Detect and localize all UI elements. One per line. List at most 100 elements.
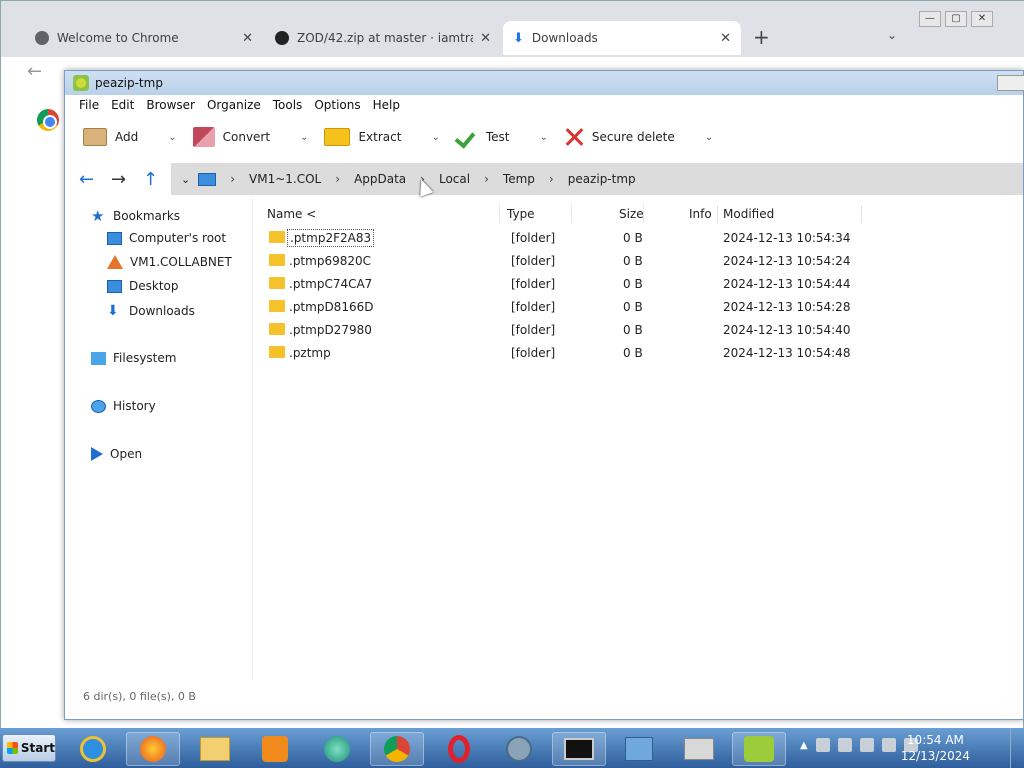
file-type: [folder]: [511, 277, 556, 291]
network-tray-icon[interactable]: [859, 738, 874, 752]
back-arrow-icon[interactable]: ←: [27, 61, 42, 82]
table-row[interactable]: .ptmpD27980 [folder] 0 B 2024-12-13 10:5…: [261, 319, 1023, 341]
breadcrumb-item[interactable]: Local: [439, 172, 470, 186]
window-control-button[interactable]: [997, 75, 1024, 91]
internet-explorer-icon[interactable]: [66, 732, 120, 766]
folder-icon: [269, 231, 285, 243]
tab-welcome[interactable]: Welcome to Chrome ✕: [25, 21, 263, 55]
add-button[interactable]: Add ⌄: [83, 128, 177, 146]
column-separator[interactable]: [571, 205, 572, 223]
show-desktop-button[interactable]: [1010, 728, 1024, 768]
file-list: Name < Type Size Info Modified .ptmp2F2A…: [261, 205, 1023, 665]
table-row[interactable]: .ptmp69820C [folder] 0 B 2024-12-13 10:5…: [261, 250, 1023, 272]
control-panel-icon[interactable]: [612, 732, 666, 766]
menu-tools[interactable]: Tools: [273, 98, 303, 112]
tab-search-button[interactable]: ⌄: [887, 28, 897, 42]
table-row[interactable]: .ptmpC74CA7 [folder] 0 B 2024-12-13 10:5…: [261, 273, 1023, 295]
folder-icon: [269, 300, 285, 312]
edge-like-icon[interactable]: [310, 732, 364, 766]
clock[interactable]: 10:54 AM 12/13/2024: [901, 732, 970, 764]
network-tool-icon[interactable]: [492, 732, 546, 766]
github-icon: [275, 31, 289, 45]
menu-options[interactable]: Options: [314, 98, 360, 112]
extract-button[interactable]: Extract ⌄: [324, 128, 440, 146]
close-icon[interactable]: ✕: [720, 31, 731, 46]
breadcrumb-item[interactable]: AppData: [354, 172, 406, 186]
file-explorer-icon[interactable]: [188, 732, 242, 766]
column-separator[interactable]: [499, 205, 500, 223]
menu-browser[interactable]: Browser: [146, 98, 195, 112]
maximize-icon[interactable]: ▢: [945, 11, 967, 27]
secure-delete-button[interactable]: Secure delete ⌄: [564, 127, 713, 147]
printer-icon[interactable]: [672, 732, 726, 766]
file-type: [folder]: [511, 254, 556, 268]
column-type[interactable]: Type: [507, 207, 535, 221]
sidebar-item-computers-root[interactable]: Computer's root: [107, 231, 226, 245]
sidebar-open[interactable]: Open: [91, 447, 142, 461]
search-tray-icon[interactable]: [815, 738, 830, 752]
tab-downloads[interactable]: ⬇ Downloads ✕: [503, 21, 741, 55]
media-player-icon[interactable]: [248, 732, 302, 766]
sidebar-bookmarks[interactable]: ★ Bookmarks: [91, 207, 180, 225]
folder-icon: [269, 254, 285, 266]
close-icon[interactable]: ✕: [242, 31, 253, 46]
test-button[interactable]: Test ⌄: [456, 129, 548, 145]
menu-edit[interactable]: Edit: [111, 98, 134, 112]
download-icon: ⬇: [107, 303, 119, 319]
column-info[interactable]: Info: [689, 207, 712, 221]
show-hidden-icons-icon[interactable]: ▲: [800, 740, 808, 751]
table-row[interactable]: .ptmp2F2A83 [folder] 0 B 2024-12-13 10:5…: [261, 227, 1023, 249]
cmd-icon[interactable]: [552, 732, 606, 766]
sidebar-item-desktop[interactable]: Desktop: [107, 279, 179, 293]
sidebar-history[interactable]: History: [91, 399, 156, 413]
peazip-titlebar[interactable]: peazip-tmp: [65, 71, 1024, 95]
file-size: 0 B: [623, 346, 643, 360]
file-name: .pztmp: [289, 346, 331, 360]
close-icon[interactable]: ✕: [480, 31, 491, 46]
peazip-icon[interactable]: [732, 732, 786, 766]
opera-icon[interactable]: [432, 732, 486, 766]
column-separator[interactable]: [643, 205, 644, 223]
convert-button[interactable]: Convert ⌄: [192, 127, 308, 147]
chrome-logo-icon: [37, 109, 59, 131]
forward-arrow-icon[interactable]: →: [111, 169, 126, 190]
firefox-icon[interactable]: [126, 732, 180, 766]
table-row[interactable]: .pztmp [folder] 0 B 2024-12-13 10:54:48: [261, 342, 1023, 364]
chevron-down-icon[interactable]: ⌄: [431, 132, 439, 143]
sidebar: ★ Bookmarks Computer's root VM1.COLLABNE…: [65, 199, 253, 679]
menu-help[interactable]: Help: [373, 98, 400, 112]
sidebar-filesystem[interactable]: Filesystem: [91, 351, 176, 365]
column-size[interactable]: Size: [619, 207, 644, 221]
column-separator[interactable]: [717, 205, 718, 223]
flag-tray-icon[interactable]: [881, 738, 896, 752]
column-modified[interactable]: Modified: [723, 207, 774, 221]
new-tab-button[interactable]: +: [753, 25, 770, 49]
menu-organize[interactable]: Organize: [207, 98, 261, 112]
sidebar-item-home[interactable]: VM1.COLLABNET: [107, 255, 232, 269]
chevron-down-icon[interactable]: ⌄: [181, 173, 190, 186]
play-icon: [91, 447, 103, 461]
chevron-down-icon[interactable]: ⌄: [168, 132, 176, 143]
column-name[interactable]: Name <: [267, 207, 316, 221]
computer-icon[interactable]: [198, 172, 217, 186]
breadcrumb-item[interactable]: peazip-tmp: [568, 172, 636, 186]
security-tray-icon[interactable]: [837, 738, 852, 752]
chevron-down-icon[interactable]: ⌄: [300, 132, 308, 143]
minimize-icon[interactable]: —: [919, 11, 941, 27]
computer-icon: [107, 231, 122, 245]
breadcrumb-item[interactable]: Temp: [503, 172, 535, 186]
breadcrumb-item[interactable]: VM1~1.COL: [249, 172, 321, 186]
tab-github[interactable]: ZOD/42.zip at master · iamtraction ✕: [265, 21, 501, 55]
chrome-icon[interactable]: [370, 732, 424, 766]
table-row[interactable]: .ptmpD8166D [folder] 0 B 2024-12-13 10:5…: [261, 296, 1023, 318]
sidebar-item-downloads[interactable]: ⬇ Downloads: [107, 303, 195, 319]
menu-file[interactable]: File: [79, 98, 99, 112]
back-arrow-icon[interactable]: ←: [79, 169, 94, 190]
chevron-down-icon[interactable]: ⌄: [539, 132, 547, 143]
up-arrow-icon[interactable]: ↑: [143, 169, 158, 190]
close-icon[interactable]: ✕: [971, 11, 993, 27]
column-separator[interactable]: [861, 205, 862, 223]
start-button[interactable]: Start: [2, 734, 56, 762]
file-size: 0 B: [623, 254, 643, 268]
chevron-down-icon[interactable]: ⌄: [705, 132, 713, 143]
